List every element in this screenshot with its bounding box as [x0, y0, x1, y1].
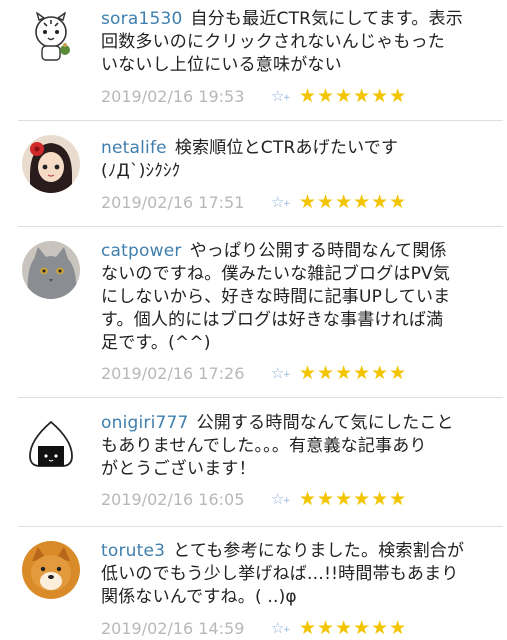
comment-body-line: もありませんでした。。。有意義な記事あり [101, 436, 427, 456]
comment-body-line: 自分も最近CTR気にしてます。表示 [190, 9, 463, 29]
comment-body-line: にしないから、好きな時間に記事UPしていま [101, 287, 451, 307]
username-link[interactable]: netalife [101, 138, 167, 158]
add-star-button[interactable]: ☆ + [271, 193, 299, 211]
add-star-button[interactable]: ☆ + [271, 619, 299, 637]
shiba-dog-avatar [22, 541, 80, 599]
add-star-button[interactable]: ☆ + [271, 364, 299, 382]
timestamp[interactable]: 2019/02/16 17:51 [101, 193, 271, 212]
comment-meta: 2019/02/16 17:26 ☆ + ★★★★★★ [101, 362, 407, 384]
comment-text: catpower やっぱり公開する時間なんて関係 ないのですね。僕みたいな雑記ブロ… [101, 240, 483, 355]
star-rating[interactable]: ★★★★★★ [299, 191, 407, 213]
comment-item: netalife 検索順位とCTRあげたいです (ﾉД`)ｼｸｼｸ 2019/02… [0, 121, 507, 226]
comment-body-line: 足です。(^^) [101, 333, 211, 353]
plus-icon: + [283, 93, 291, 103]
avatar[interactable] [22, 8, 80, 66]
comment-text: torute3 とても参考になりました。検索割合が 低いのでもう少し挙げねば…!!… [101, 540, 483, 609]
avatar[interactable] [22, 541, 80, 599]
star-rating[interactable]: ★★★★★★ [299, 488, 407, 510]
grey-cat-avatar [22, 241, 80, 299]
comment-body-line: 関係ないんですね。( ..)φ [101, 587, 297, 607]
plus-icon: + [283, 199, 291, 209]
comment-body-line: がとうございます！ [101, 459, 256, 479]
comment-body-line: す。個人的にはブログは好きな事書ければ満 [101, 310, 444, 330]
username-link[interactable]: catpower [101, 241, 182, 261]
comment-meta: 2019/02/16 16:05 ☆ + ★★★★★★ [101, 488, 407, 510]
comment-body-line: 回数多いのにクリックされないんじゃもった [101, 32, 445, 52]
plus-icon: + [283, 625, 291, 635]
comment-item: torute3 とても参考になりました。検索割合が 低いのでもう少し挙げねば…!!… [0, 527, 507, 640]
comment-item: sora1530 自分も最近CTR気にしてます。表示 回数多いのにクリックされない… [0, 0, 507, 120]
cartoon-tiger-avatar [22, 8, 80, 66]
plus-icon: + [283, 496, 291, 506]
plus-icon: + [283, 370, 291, 380]
comment-body-line: (ﾉД`)ｼｸｼｸ [101, 161, 181, 181]
timestamp[interactable]: 2019/02/16 16:05 [101, 490, 271, 509]
add-star-button[interactable]: ☆ + [271, 490, 299, 508]
comment-body-line: 公開する時間なんて気にしたこと [196, 413, 454, 433]
onigiri-avatar [22, 416, 80, 474]
comment-body-line: 低いのでもう少し挙げねば…!!時間帯もあまり [101, 564, 459, 584]
comment-text: netalife 検索順位とCTRあげたいです (ﾉД`)ｼｸｼｸ [101, 137, 483, 183]
timestamp[interactable]: 2019/02/16 19:53 [101, 87, 271, 106]
anime-girl-avatar [22, 135, 80, 193]
star-rating[interactable]: ★★★★★★ [299, 362, 407, 384]
username-link[interactable]: sora1530 [101, 9, 183, 29]
add-star-button[interactable]: ☆ + [271, 87, 299, 105]
avatar[interactable] [22, 416, 80, 474]
comment-item: onigiri777 公開する時間なんて気にしたこと もありませんでした。。。有意… [0, 398, 507, 526]
username-link[interactable]: torute3 [101, 541, 165, 561]
username-link[interactable]: onigiri777 [101, 413, 189, 433]
comment-text: onigiri777 公開する時間なんて気にしたこと もありませんでした。。。有意… [101, 412, 483, 481]
star-rating[interactable]: ★★★★★★ [299, 617, 407, 639]
comment-body-line: ないのですね。僕みたいな雑記ブログはPV気 [101, 264, 451, 284]
comment-body-line: やっぱり公開する時間なんて関係 [189, 241, 447, 261]
avatar[interactable] [22, 241, 80, 299]
comment-item: catpower やっぱり公開する時間なんて関係 ないのですね。僕みたいな雑記ブロ… [0, 227, 507, 397]
comment-meta: 2019/02/16 19:53 ☆ + ★★★★★★ [101, 85, 407, 107]
comment-body-line: とても参考になりました。検索割合が [173, 541, 465, 561]
comment-meta: 2019/02/16 17:51 ☆ + ★★★★★★ [101, 191, 407, 213]
star-rating[interactable]: ★★★★★★ [299, 85, 407, 107]
avatar[interactable] [22, 135, 80, 193]
comment-body-line: いないし上位にいる意味がない [101, 55, 342, 75]
timestamp[interactable]: 2019/02/16 14:59 [101, 619, 271, 638]
comment-text: sora1530 自分も最近CTR気にしてます。表示 回数多いのにクリックされない… [101, 8, 483, 77]
timestamp[interactable]: 2019/02/16 17:26 [101, 364, 271, 383]
comment-body-line: 検索順位とCTRあげたいです [174, 138, 399, 158]
comment-meta: 2019/02/16 14:59 ☆ + ★★★★★★ [101, 617, 407, 639]
